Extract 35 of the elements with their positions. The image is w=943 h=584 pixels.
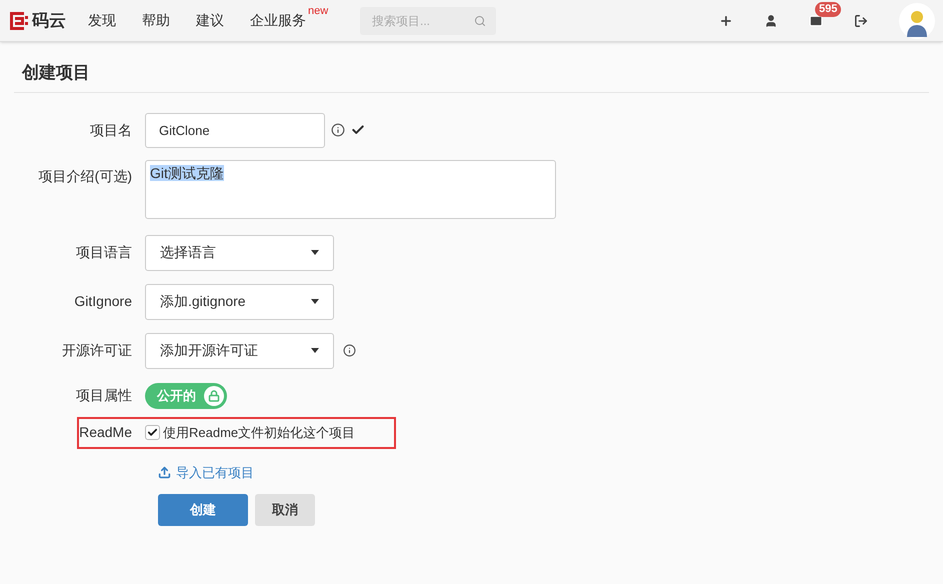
field-label: 项目名	[89, 120, 133, 140]
cancel-button[interactable]: 取消	[255, 494, 315, 526]
description-field[interactable]: Git测试克隆	[145, 160, 556, 218]
new-label: new	[308, 4, 328, 19]
checkbox-label: 使用Readme文件初始化这个项目	[163, 424, 356, 442]
import-link[interactable]: 导入已有项目	[176, 462, 254, 482]
nav-link[interactable]: 发现	[88, 10, 116, 31]
checkbox[interactable]	[145, 425, 160, 440]
upload-icon	[158, 466, 171, 479]
field-label: ReadMe	[79, 423, 133, 442]
avatar[interactable]	[899, 2, 935, 38]
select-dropdown[interactable]: 添加开源许可证	[145, 332, 334, 368]
field-label: 项目属性	[75, 386, 133, 405]
field-label: 开源许可证	[61, 341, 133, 360]
user-icon[interactable]	[764, 14, 778, 28]
count-badge: 595	[815, 2, 842, 16]
create-button[interactable]: 创建	[158, 494, 248, 526]
field-label: 项目语言	[75, 243, 133, 262]
field-label: 项目介绍(可选)	[38, 166, 133, 186]
lock-icon	[204, 386, 224, 406]
logo-text: 码云	[32, 10, 66, 32]
nav-link[interactable]: 帮助	[142, 10, 170, 31]
add-icon[interactable]	[719, 14, 733, 28]
caret-icon	[311, 250, 319, 255]
search-field[interactable]: 搜索项目...	[360, 6, 496, 34]
caret-icon	[311, 299, 319, 304]
caret-icon	[311, 348, 319, 353]
nav-link[interactable]: 建议	[196, 10, 224, 31]
select-dropdown[interactable]: 添加.gitignore	[145, 284, 334, 320]
logout-icon[interactable]	[854, 14, 868, 28]
select-dropdown[interactable]: 选择语言	[145, 234, 334, 270]
project-name-field[interactable]: GitClone	[145, 112, 325, 148]
logo-icon	[10, 12, 28, 30]
page-title: 创建项目	[22, 62, 91, 84]
field-label: GitIgnore	[73, 292, 133, 311]
